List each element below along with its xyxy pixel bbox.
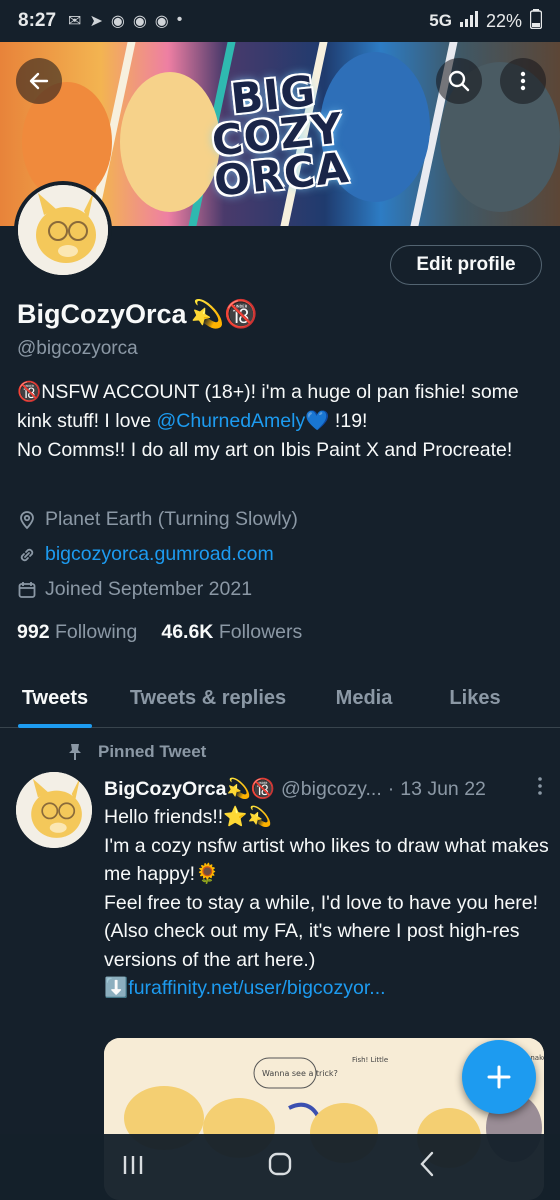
search-icon [448, 70, 470, 92]
back-button[interactable] [16, 58, 62, 104]
profile-joined: Joined September 2021 [17, 578, 252, 601]
following-count: 992 [17, 621, 50, 643]
back-nav-button[interactable] [397, 1151, 457, 1184]
dot-icon: • [176, 11, 183, 28]
tab-likes[interactable]: Likes [422, 668, 528, 728]
recent-apps-button[interactable] [103, 1152, 163, 1183]
down-arrow-emoji: ⬇️ [104, 977, 129, 999]
media-caption: Wanna see a trick? [262, 1069, 338, 1078]
display-name: BigCozyOrca 💫🔞 [17, 298, 258, 330]
avatar-image [18, 185, 108, 275]
tweet-author-avatar[interactable] [16, 772, 92, 848]
bio-text: No Comms!! I do all my art on Ibis Paint… [17, 439, 513, 461]
following-link[interactable]: 992 Following [17, 621, 137, 644]
bio-mention-link[interactable]: @ChurnedAmely [156, 410, 305, 432]
network-label: 5G [429, 11, 452, 30]
followers-count: 46.6K [161, 621, 214, 643]
battery-icon [529, 8, 543, 34]
tab-tweets-and-replies[interactable]: Tweets & replies [110, 668, 306, 728]
logo-line: ORCA [211, 142, 352, 206]
battery-label: 22% [485, 10, 522, 31]
tweet-link[interactable]: furaffinity.net/user/bigcozyor... [128, 977, 385, 999]
search-button[interactable] [436, 58, 482, 104]
location-text: Planet Earth (Turning Slowly) [45, 508, 298, 530]
follow-stats: 992 Following 46.6K Followers [17, 621, 302, 644]
more-options-button[interactable] [500, 58, 546, 104]
chevron-left-icon [420, 1151, 433, 1176]
status-bar: 8:27 ✉ ➤ ◉ ◉ ◉ • 5G 22% [0, 0, 560, 42]
profile-bio: 🔞NSFW ACCOUNT (18+)! i'm a huge ol pan f… [17, 378, 547, 465]
bio-text: 💙 !19! [305, 410, 368, 432]
more-vertical-icon [520, 71, 526, 91]
tweet-separator: · [387, 777, 395, 800]
pinned-indicator: Pinned Tweet [68, 742, 206, 762]
tab-media[interactable]: Media [306, 668, 422, 728]
location-pin-icon [20, 510, 34, 529]
name-emoji: 💫🔞 [190, 299, 258, 329]
link-icon [20, 548, 34, 561]
followers-label: Followers [218, 621, 303, 643]
signal-icon [459, 10, 478, 32]
system-nav-bar [0, 1134, 560, 1200]
home-button[interactable] [250, 1151, 310, 1184]
calendar-icon [18, 581, 36, 598]
profile-location: Planet Earth (Turning Slowly) [17, 508, 298, 531]
user-handle: @bigcozyorca [17, 338, 138, 359]
followers-link[interactable]: 46.6K Followers [161, 621, 302, 644]
avatar-image [16, 772, 92, 848]
more-vertical-icon [538, 777, 542, 795]
discord-icon: ◉ [110, 13, 125, 30]
plus-icon [487, 1065, 511, 1089]
recent-apps-icon [124, 1155, 143, 1174]
home-icon [268, 1152, 292, 1175]
back-arrow-icon [29, 72, 49, 90]
tweet-author-emoji: 💫🔞 [226, 778, 276, 800]
banner-logo: BIG COZY ORCA [183, 51, 373, 218]
display-name-text: BigCozyOrca [17, 298, 187, 329]
tweet-link-line: ⬇️furaffinity.net/user/bigcozyor... [104, 974, 550, 1003]
edit-profile-button[interactable]: Edit profile [390, 245, 542, 285]
pin-icon [69, 744, 81, 760]
telegram-icon: ➤ [89, 13, 103, 30]
tweet-line: Hello friends!!⭐💫 [104, 806, 272, 828]
discord-icon: ◉ [154, 13, 169, 30]
notification-icons: ✉ ➤ ◉ ◉ ◉ • [68, 11, 182, 31]
tweet-line: Feel free to stay a while, I'd love to h… [104, 891, 539, 914]
discord-icon: ◉ [132, 13, 147, 30]
tweet-date[interactable]: 13 Jun 22 [400, 778, 486, 801]
tweet-author-name[interactable]: BigCozyOrca [104, 778, 226, 801]
tweet-more-button[interactable] [536, 776, 544, 802]
joined-text: Joined September 2021 [45, 578, 253, 600]
profile-avatar[interactable] [14, 181, 112, 279]
media-caption: Fish! Little [352, 1056, 388, 1064]
profile-tabs: Tweets Tweets & replies Media Likes [0, 668, 560, 728]
following-label: Following [54, 621, 138, 643]
tweet-line: (Also check out my FA, it's where I post… [104, 920, 520, 971]
profile-website: bigcozyorca.gumroad.com [17, 543, 274, 566]
website-link[interactable]: bigcozyorca.gumroad.com [45, 543, 274, 566]
tweet-author-handle: @bigcozy... [281, 777, 382, 800]
status-time: 8:27 [18, 10, 57, 31]
tweet-header: BigCozyOrca 💫🔞 @bigcozy... · 13 Jun 22 [104, 776, 544, 802]
compose-tweet-button[interactable] [462, 1040, 536, 1114]
mail-icon: ✉ [68, 13, 82, 30]
tweet-text: Hello friends!!⭐💫 I'm a cozy nsfw artist… [104, 803, 550, 1003]
tab-tweets[interactable]: Tweets [0, 668, 110, 728]
tweet-line: I'm a cozy nsfw artist who likes to draw… [104, 834, 549, 886]
pinned-label: Pinned Tweet [98, 742, 207, 761]
